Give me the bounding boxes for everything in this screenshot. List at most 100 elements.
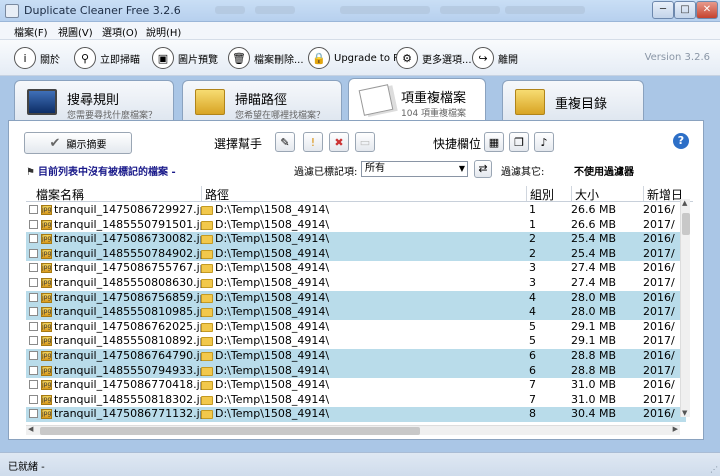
group-number: 7 <box>529 378 536 392</box>
row-checkbox[interactable] <box>29 234 38 244</box>
image-preview-button[interactable]: ▣ 圖片預覽 <box>152 46 218 70</box>
jpg-file-icon: jpg <box>41 205 52 215</box>
table-row[interactable]: jpg tranquil_1475086770418.jpg D:\Temp\150… <box>26 378 686 393</box>
table-row[interactable]: jpg tranquil_1485550810985.jpg D:\Temp\150… <box>26 305 686 320</box>
folder-icon <box>201 395 213 405</box>
selection-clear-button[interactable]: ✖ <box>329 132 349 152</box>
column-size[interactable]: 大小 <box>571 186 641 202</box>
selection-warning-button[interactable]: ! <box>303 132 323 152</box>
title-bar: Duplicate Cleaner Free 3.2.6 ─ □ ✕ <box>0 0 720 22</box>
row-checkbox[interactable] <box>29 205 38 214</box>
delete-files-button[interactable]: 🗑 檔案刪除... <box>228 46 304 70</box>
row-checkbox[interactable] <box>29 292 38 302</box>
menu-view[interactable]: 視圖(V) <box>58 24 93 39</box>
status-bar: 已就緒 - ⋰ <box>0 452 720 476</box>
show-summary-button[interactable]: ✔ 顯示摘要 <box>24 132 132 154</box>
minimize-button[interactable]: ─ <box>652 1 674 19</box>
row-checkbox[interactable] <box>29 380 38 390</box>
row-checkbox[interactable] <box>29 263 38 273</box>
menu-file[interactable]: 檔案(F) <box>14 24 48 39</box>
table-row[interactable]: jpg tranquil_1485550808630.jpg D:\Temp\150… <box>26 276 686 291</box>
tab-search-rules[interactable]: 搜尋規則 您需要尋找什麼檔案？ <box>14 80 174 124</box>
file-path: D:\Temp\1508_4914\ <box>215 349 330 362</box>
quick-window-button[interactable]: ❐ <box>509 132 529 152</box>
show-summary-label: 顯示摘要 <box>66 139 107 151</box>
tab-duplicate-files[interactable]: 項重複檔案 104 項重複檔案 <box>348 78 486 124</box>
row-checkbox[interactable] <box>29 307 38 317</box>
row-checkbox[interactable] <box>29 248 38 258</box>
row-checkbox[interactable] <box>29 365 38 375</box>
table-row[interactable]: jpg tranquil_1475086755767.jpg D:\Temp\150… <box>26 261 686 276</box>
tab-duplicate-folders[interactable]: 重複目錄 <box>502 80 644 124</box>
selection-disabled-button[interactable]: ▭ <box>355 132 375 152</box>
table-row[interactable]: jpg tranquil_1485550784902.jpg D:\Temp\150… <box>26 246 686 262</box>
quick-grid-button[interactable]: ▦ <box>484 132 504 152</box>
table-row[interactable]: jpg tranquil_1475086764790.jpg D:\Temp\150… <box>26 349 686 364</box>
monitor-icon <box>27 89 57 115</box>
row-checkbox[interactable] <box>29 219 38 229</box>
scroll-thumb[interactable] <box>682 213 690 235</box>
refresh-filter-button[interactable]: ⇄ <box>474 160 492 178</box>
row-checkbox[interactable] <box>29 278 38 287</box>
scroll-thumb[interactable] <box>40 427 420 435</box>
resize-grip-icon[interactable]: ⋰ <box>710 465 718 474</box>
row-checkbox[interactable] <box>29 321 38 331</box>
about-label: 關於 <box>40 54 60 66</box>
selection-helper-label: 選擇幫手 <box>214 137 263 151</box>
table-row[interactable]: jpg tranquil_1485550791501.jpg D:\Temp\150… <box>26 218 686 233</box>
scroll-up-icon[interactable]: ▲ <box>682 199 687 207</box>
quick-music-button[interactable]: ♪ <box>534 132 554 152</box>
filter-marked-select[interactable]: 所有 ▼ <box>361 161 468 177</box>
status-text: 已就緒 - <box>8 462 45 473</box>
scroll-left-icon[interactable]: ◀ <box>28 425 33 433</box>
table-row[interactable]: jpg tranquil_1485550794933.jpg D:\Temp\150… <box>26 363 686 379</box>
file-name: tranquil_1475086730082.jpg <box>54 232 214 246</box>
title-blur <box>440 6 500 14</box>
column-path[interactable]: 路徑 <box>201 186 531 202</box>
file-name: tranquil_1485550808630.jpg <box>54 276 214 289</box>
table-row[interactable]: jpg tranquil_1475086756859.jpg D:\Temp\150… <box>26 290 686 306</box>
row-checkbox[interactable] <box>29 394 38 404</box>
file-path: D:\Temp\1508_4914\ <box>215 334 330 348</box>
filter-marked-label: 過濾已標記項: <box>294 167 358 178</box>
help-icon[interactable]: ? <box>673 133 689 149</box>
file-size: 29.1 MB <box>571 319 617 333</box>
column-group[interactable]: 組別 <box>526 186 568 202</box>
scroll-down-icon[interactable]: ▼ <box>682 409 687 417</box>
marked-status: ⚑ 目前列表中沒有被標記的檔案 - <box>26 163 176 178</box>
window-icon: ❐ <box>514 135 524 149</box>
table-row[interactable]: jpg tranquil_1485550818302.jpg D:\Temp\150… <box>26 393 686 408</box>
row-checkbox[interactable] <box>29 409 38 419</box>
vertical-scrollbar[interactable]: ▲ ▼ <box>680 199 690 417</box>
date-added: 2017/ <box>643 305 675 319</box>
scan-now-button[interactable]: ⚲ 立即掃瞄 <box>74 46 140 70</box>
image-preview-label: 圖片預覽 <box>178 54 218 66</box>
tab-scan-paths[interactable]: 掃瞄路徑 您希望在哪裡找檔案？ <box>182 80 342 124</box>
save-icon: ▭ <box>359 135 371 149</box>
row-checkbox[interactable] <box>29 336 38 346</box>
column-filename[interactable]: 檔案名稱 <box>36 186 84 203</box>
scroll-right-icon[interactable]: ▶ <box>673 425 678 433</box>
grid-icon: ▦ <box>488 135 500 149</box>
maximize-button[interactable]: □ <box>674 1 696 19</box>
table-row[interactable]: jpg tranquil_1475086762025.jpg D:\Temp\150… <box>26 320 686 335</box>
menu-help[interactable]: 說明(H) <box>146 24 181 39</box>
group-number: 6 <box>529 363 536 377</box>
date-added: 2017/ <box>643 246 675 260</box>
about-button[interactable]: i 關於 <box>14 46 60 70</box>
exit-button[interactable]: ↪ 離開 <box>472 46 518 70</box>
selection-wand-button[interactable]: ✎ <box>275 132 295 152</box>
close-button[interactable]: ✕ <box>696 1 718 19</box>
table-row[interactable]: jpg tranquil_1475086729927.jpg D:\Temp\150… <box>26 203 686 218</box>
row-checkbox[interactable] <box>29 351 38 360</box>
upgrade-button[interactable]: 🔒 Upgrade to Pro <box>308 46 409 70</box>
tab-title: 項重複檔案 <box>401 91 467 106</box>
table-row[interactable]: jpg tranquil_1485550810892.jpg D:\Temp\150… <box>26 334 686 349</box>
table-row[interactable]: jpg tranquil_1475086730082.jpg D:\Temp\150… <box>26 232 686 247</box>
horizontal-scrollbar[interactable]: ◀ ▶ <box>26 425 680 435</box>
more-options-button[interactable]: ⚙ 更多選項... <box>396 46 472 70</box>
exit-icon: ↪ <box>472 47 494 69</box>
menu-options[interactable]: 選項(O) <box>102 24 138 39</box>
title-blur <box>215 6 245 14</box>
table-row[interactable]: jpg tranquil_1475086771132.jpg D:\Temp\150… <box>26 407 686 422</box>
